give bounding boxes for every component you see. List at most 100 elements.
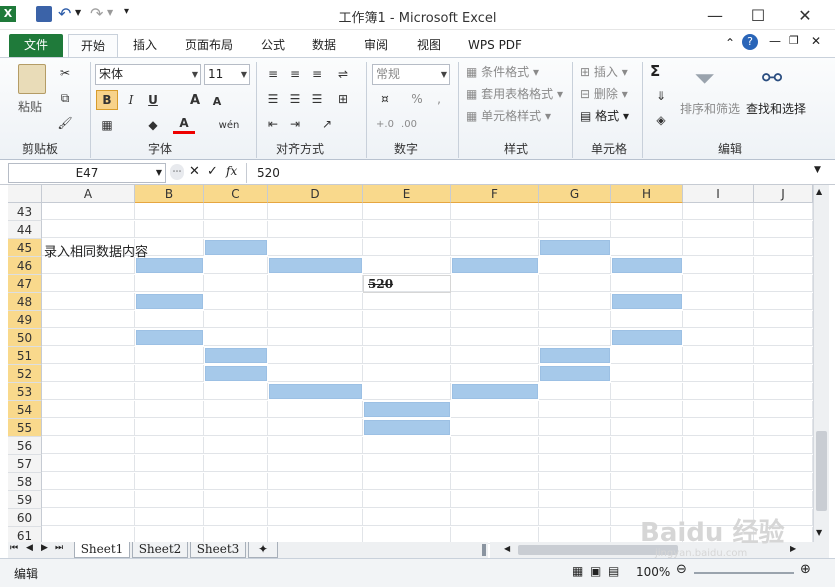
orientation-icon[interactable]: ↗ bbox=[316, 114, 338, 134]
cell-E60[interactable] bbox=[363, 509, 451, 526]
cell-H55[interactable] bbox=[611, 419, 683, 436]
cell-F43[interactable] bbox=[451, 203, 539, 220]
cell-D46[interactable] bbox=[269, 258, 362, 273]
cell-J53[interactable] bbox=[754, 383, 813, 400]
column-header-J[interactable]: J bbox=[754, 185, 813, 203]
cell-B55[interactable] bbox=[135, 419, 204, 436]
align-right-icon[interactable]: ☰ bbox=[306, 89, 328, 109]
tab-file[interactable]: 文件 bbox=[9, 34, 63, 57]
cell-F49[interactable] bbox=[451, 311, 539, 328]
align-middle-icon[interactable]: ≡ bbox=[284, 64, 306, 84]
font-size-combo[interactable]: 11 ▼ bbox=[204, 64, 250, 85]
row-header-45[interactable]: 45 bbox=[8, 239, 42, 257]
cell-E53[interactable] bbox=[363, 383, 451, 400]
copy-icon[interactable]: ⧉ bbox=[54, 88, 76, 108]
cell-D58[interactable] bbox=[268, 473, 363, 490]
cell-F47[interactable] bbox=[451, 275, 539, 292]
cell-F55[interactable] bbox=[451, 419, 539, 436]
comma-button[interactable]: , bbox=[428, 89, 450, 109]
sort-filter-icon[interactable]: ⏷ bbox=[694, 64, 715, 95]
cell-E55[interactable] bbox=[364, 420, 450, 435]
cell-F44[interactable] bbox=[451, 221, 539, 238]
cell-E58[interactable] bbox=[363, 473, 451, 490]
cell-G46[interactable] bbox=[539, 257, 611, 274]
sheet-tab-sheet1[interactable]: Sheet1 bbox=[74, 542, 130, 558]
cell-E49[interactable] bbox=[363, 311, 451, 328]
paste-icon[interactable] bbox=[18, 64, 46, 94]
scroll-left-icon[interactable]: ◀ bbox=[504, 544, 510, 553]
cell-F56[interactable] bbox=[451, 437, 539, 454]
cell-D54[interactable] bbox=[268, 401, 363, 418]
cell-J52[interactable] bbox=[754, 365, 813, 382]
clear-icon[interactable]: ◈ bbox=[650, 110, 672, 130]
insert-sheet-icon[interactable]: ✦ bbox=[248, 542, 278, 558]
row-header-52[interactable]: 52 bbox=[8, 365, 42, 383]
cell-A49[interactable] bbox=[42, 311, 135, 328]
cell-D47[interactable] bbox=[268, 275, 363, 292]
column-header-C[interactable]: C bbox=[204, 185, 268, 203]
cell-C60[interactable] bbox=[204, 509, 268, 526]
cell-C56[interactable] bbox=[204, 437, 268, 454]
cell-B57[interactable] bbox=[135, 455, 204, 472]
cell-B59[interactable] bbox=[135, 491, 204, 508]
row-header-49[interactable]: 49 bbox=[8, 311, 42, 329]
select-all-corner[interactable] bbox=[8, 185, 42, 203]
cell-C43[interactable] bbox=[204, 203, 268, 220]
cell-J50[interactable] bbox=[754, 329, 813, 346]
row-header-46[interactable]: 46 bbox=[8, 257, 42, 275]
cell-F46[interactable] bbox=[452, 258, 538, 273]
cell-C45[interactable] bbox=[205, 240, 267, 255]
cell-A55[interactable] bbox=[42, 419, 135, 436]
cell-E51[interactable] bbox=[363, 347, 451, 364]
cell-D59[interactable] bbox=[268, 491, 363, 508]
bold-button[interactable]: B bbox=[96, 90, 118, 110]
cell-H59[interactable] bbox=[611, 491, 683, 508]
cell-D57[interactable] bbox=[268, 455, 363, 472]
cell-C47[interactable] bbox=[204, 275, 268, 292]
row-header-57[interactable]: 57 bbox=[8, 455, 42, 473]
cut-icon[interactable]: ✂ bbox=[54, 63, 76, 83]
cell-J48[interactable] bbox=[754, 293, 813, 310]
cell-I53[interactable] bbox=[683, 383, 754, 400]
cell-D60[interactable] bbox=[268, 509, 363, 526]
grow-font-button[interactable]: A bbox=[184, 90, 206, 110]
cell-E57[interactable] bbox=[363, 455, 451, 472]
cell-C55[interactable] bbox=[204, 419, 268, 436]
italic-button[interactable]: I bbox=[120, 90, 142, 110]
cell-H48[interactable] bbox=[612, 294, 682, 309]
cell-G55[interactable] bbox=[539, 419, 611, 436]
tab-insert[interactable]: 插入 bbox=[124, 34, 166, 57]
cell-I57[interactable] bbox=[683, 455, 754, 472]
cell-H46[interactable] bbox=[612, 258, 682, 273]
align-top-icon[interactable]: ≡ bbox=[262, 64, 284, 84]
last-sheet-icon[interactable]: ⏭ bbox=[55, 543, 63, 553]
cell-H54[interactable] bbox=[611, 401, 683, 418]
cell-F60[interactable] bbox=[451, 509, 539, 526]
name-box[interactable]: E47 ▼ bbox=[8, 163, 166, 183]
column-header-A[interactable]: A bbox=[42, 185, 135, 203]
formula-expand-icon[interactable]: ⋯ bbox=[170, 164, 184, 180]
font-color-button[interactable]: A bbox=[173, 114, 195, 134]
cell-A52[interactable] bbox=[42, 365, 135, 382]
cell-B44[interactable] bbox=[135, 221, 204, 238]
cell-H52[interactable] bbox=[611, 365, 683, 382]
tab-formulas[interactable]: 公式 bbox=[252, 34, 294, 57]
cell-A50[interactable] bbox=[42, 329, 135, 346]
cell-B54[interactable] bbox=[135, 401, 204, 418]
row-header-53[interactable]: 53 bbox=[8, 383, 42, 401]
minimize-button[interactable]: — bbox=[692, 0, 738, 30]
first-sheet-icon[interactable]: ⏮ bbox=[10, 543, 18, 553]
cell-I56[interactable] bbox=[683, 437, 754, 454]
cell-G53[interactable] bbox=[539, 383, 611, 400]
cell-A59[interactable] bbox=[42, 491, 135, 508]
cell-C52[interactable] bbox=[205, 366, 267, 381]
column-header-F[interactable]: F bbox=[451, 185, 539, 203]
cell-E50[interactable] bbox=[363, 329, 451, 346]
row-header-60[interactable]: 60 bbox=[8, 509, 42, 527]
merge-center-icon[interactable]: ⊞ bbox=[332, 89, 354, 109]
row-header-50[interactable]: 50 bbox=[8, 329, 42, 347]
row-header-54[interactable]: 54 bbox=[8, 401, 42, 419]
cell-J54[interactable] bbox=[754, 401, 813, 418]
cell-H49[interactable] bbox=[611, 311, 683, 328]
cell-J56[interactable] bbox=[754, 437, 813, 454]
